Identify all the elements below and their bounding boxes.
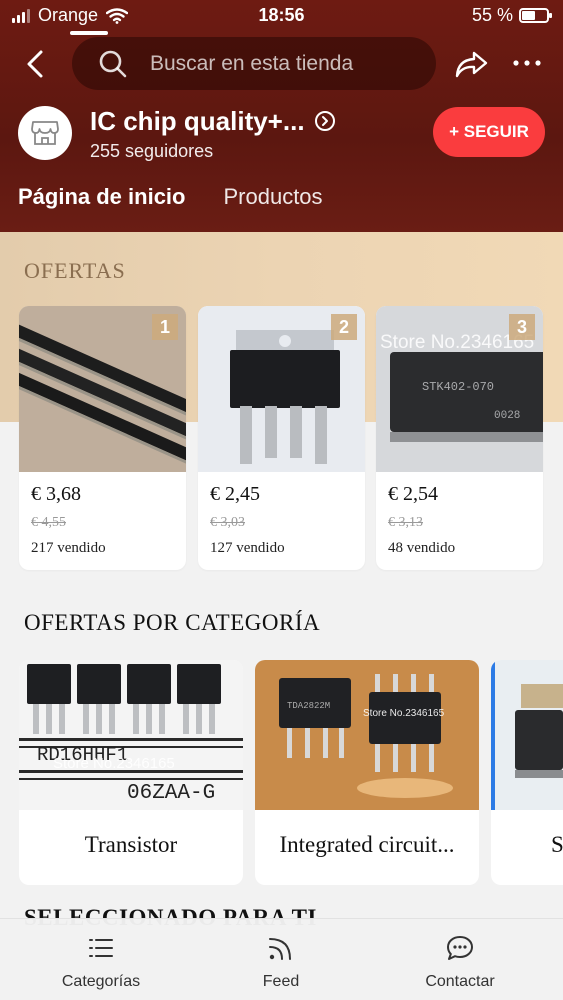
search-icon [99,50,127,77]
status-bar: Orange 18:56 55 % [0,0,563,32]
store-followers: 255 seguidores [90,141,214,161]
deal-price: € 3,68 [31,483,81,505]
category-label: Transistor [84,832,178,857]
nav-label: Categorías [61,973,141,990]
battery-fill [522,11,535,20]
category-watermark: Store No.2346165 [363,708,445,719]
deal-card[interactable]: 2 € 2,45 € 3,03 127 vendido [198,306,365,570]
deal-sold-count: 127 vendido [210,540,285,556]
search-input[interactable] [150,51,430,76]
category-label: S [551,832,563,857]
store-avatar[interactable] [18,106,72,160]
list-icon [89,939,113,957]
chevron-right-circle-icon[interactable] [314,110,336,132]
share-icon[interactable] [452,44,492,84]
category-offers-title: OFERTAS POR CATEGORÍA [24,610,321,635]
nav-label: Contactar [425,973,495,990]
bottom-nav: Categorías Feed Contactar [0,918,563,1000]
battery-icon [519,8,552,23]
deal-sold-count: 217 vendido [31,540,106,556]
category-part-code: 06ZAA-G [127,782,215,805]
category-card-transistor[interactable]: RD16HHF1 Store No.2346165 06ZAA-G Transi… [19,660,243,885]
store-header: Orange 18:56 55 % Buscar en esta tienda … [0,0,563,232]
deal-original-price: € 3,03 [210,515,245,530]
deal-original-price: € 4,55 [31,515,66,530]
category-watermark: Store No.2346165 [53,755,175,772]
deal-price: € 2,54 [388,483,438,505]
deal-chip-text: STK402-070 [422,380,494,394]
category-chip-marking: TDA2822M [287,701,330,711]
category-image-ic: TDA2822M Store No.2346165 [255,660,479,810]
category-card-partial[interactable]: S [491,660,563,885]
deal-card[interactable]: Store No.2346165 STK402-070 0028 3 € 2,5… [376,306,543,570]
ofertas-title: OFERTAS [24,258,126,283]
category-label: Integrated circuit... [279,832,455,857]
nav-label: Feed [262,973,300,990]
category-card-integrated-circuit[interactable]: TDA2822M Store No.2346165 Integrated cir… [255,660,479,885]
deal-chip-code: 0028 [494,410,520,422]
deal-original-price: € 3,13 [388,515,423,530]
status-right: 55 % [471,5,552,26]
store-icon [31,121,59,145]
back-arrow-icon[interactable] [18,44,54,84]
deal-rank-badge: 1 [152,314,178,340]
store-tabs: Página de inicio Productos [18,184,323,224]
deal-sold-count: 48 vendido [388,540,456,556]
search-bar[interactable] [72,37,436,90]
store-name[interactable]: IC chip quality+... [90,106,305,137]
deal-price: € 2,45 [210,483,260,505]
store-info-row: IC chip quality+... 255 seguidores + SEG… [18,106,548,162]
feed-icon [269,938,291,960]
nav-feed[interactable]: Feed [211,919,351,1000]
nav-categories[interactable]: Categorías [31,919,171,1000]
follow-button[interactable]: + SEGUIR [433,107,545,157]
category-image-module [491,660,563,810]
battery-label: 55 % [471,5,513,25]
category-image-transistor: RD16HHF1 Store No.2346165 06ZAA-G [19,660,243,810]
deal-rank-badge: 3 [509,314,535,340]
nav-contact[interactable]: Contactar [390,919,530,1000]
deal-rank-badge: 2 [331,314,357,340]
deal-card[interactable]: 1 € 3,68 € 4,55 217 vendido [19,306,186,570]
tab-home[interactable]: Página de inicio [18,184,185,224]
more-options-icon[interactable] [510,48,544,78]
active-tab-indicator [70,31,108,35]
chat-icon [447,936,473,960]
tab-products[interactable]: Productos [223,184,322,224]
